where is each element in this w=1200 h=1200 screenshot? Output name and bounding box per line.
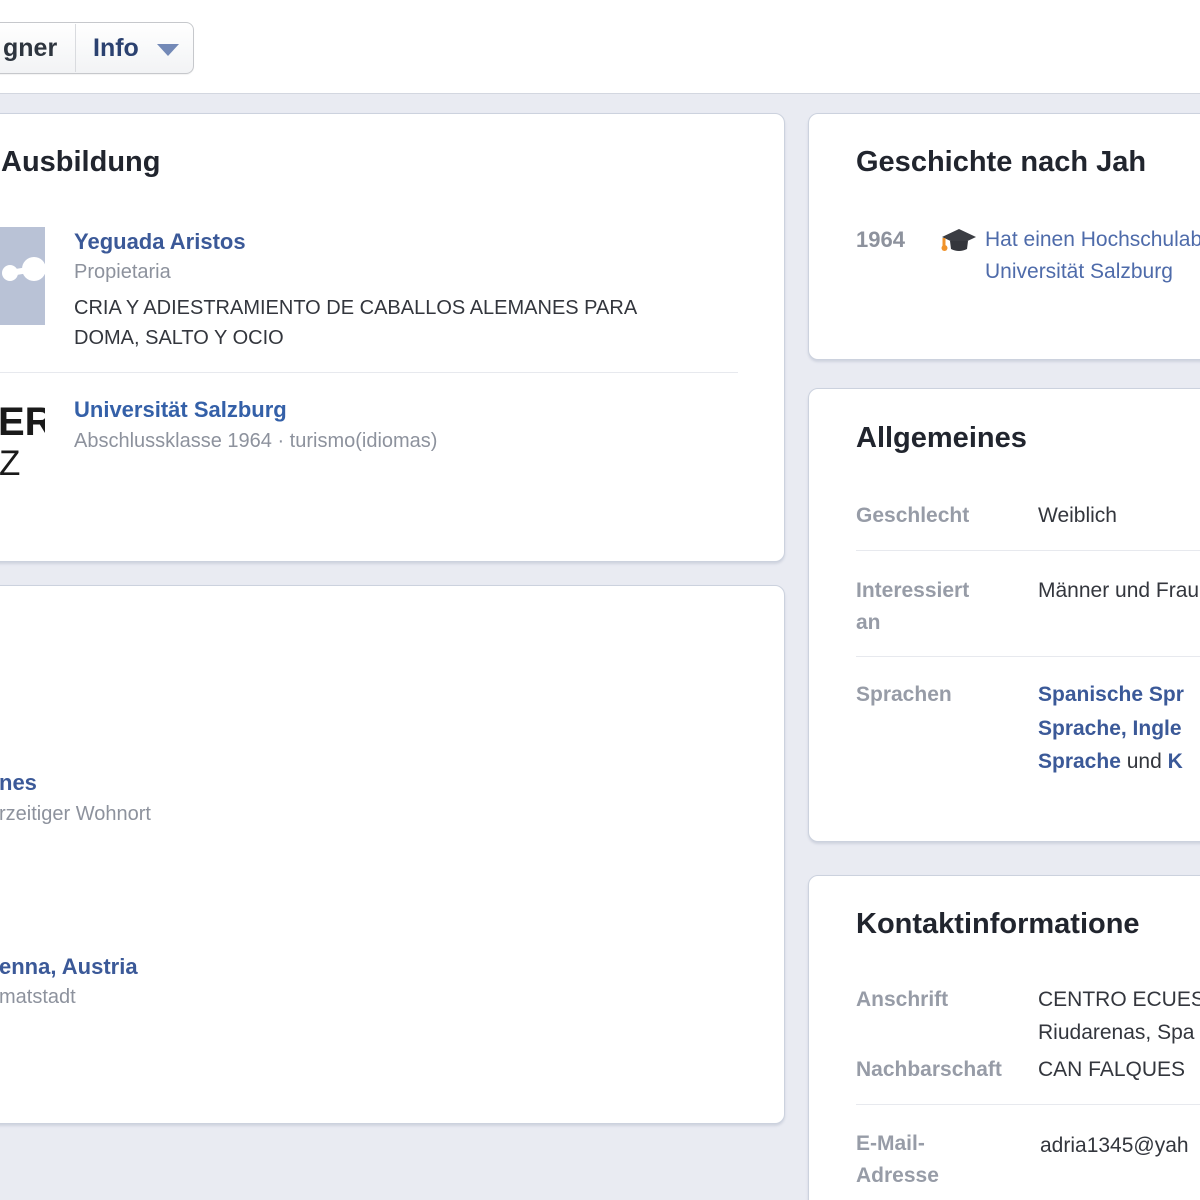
place-entry-meta: matstadt	[0, 985, 76, 1009]
history-card-title: Geschichte nach Jah	[856, 145, 1146, 180]
chevron-down-icon[interactable]	[157, 44, 179, 56]
contact-info-card: Kontaktinformatione Anschrift CENTRO ECU…	[808, 875, 1200, 1200]
neighborhood-value: CAN FALQUES	[1038, 1057, 1185, 1082]
interested-in-label: Interessiert	[856, 578, 969, 603]
education-entry-role: Propietaria	[74, 260, 171, 284]
history-year: 1964	[856, 227, 905, 253]
gender-label: Geschlecht	[856, 503, 969, 528]
entry-divider	[0, 372, 738, 373]
university-logo-text: ERS	[0, 400, 45, 445]
tab-separator	[75, 24, 76, 72]
row-divider	[856, 550, 1200, 551]
page-default-icon-glyph	[0, 227, 45, 325]
history-event-link[interactable]: Universität Salzburg	[985, 259, 1173, 284]
education-entry-name[interactable]: Yeguada Aristos	[74, 229, 246, 255]
place-entry-name[interactable]: enna, Austria	[0, 954, 138, 980]
languages-label: Sprachen	[856, 682, 952, 707]
email-label: Adresse	[856, 1163, 939, 1188]
language-link[interactable]: K	[1168, 750, 1183, 773]
history-event-link[interactable]: Hat einen Hochschulab	[985, 227, 1200, 252]
education-entry-meta: Abschlussklasse 1964 · turismo(idiomas)	[74, 429, 437, 453]
education-entry-description: CRIA Y ADIESTRAMIENTO DE CABALLOS ALEMAN…	[74, 296, 637, 320]
address-label: Anschrift	[856, 987, 948, 1012]
neighborhood-label: Nachbarschaft	[856, 1057, 1002, 1082]
email-value: adria1345@yah	[1040, 1133, 1189, 1158]
place-entry-meta: rzeitiger Wohnort	[0, 802, 151, 826]
email-label: E-Mail-	[856, 1131, 925, 1156]
interested-in-value: Männer und Frau	[1038, 578, 1199, 603]
places-card: nes rzeitiger Wohnort enna, Austria mats…	[0, 585, 785, 1124]
tab-group: gner Info	[0, 22, 194, 74]
education-entry-name[interactable]: Universität Salzburg	[74, 397, 287, 423]
education-card-title: Ausbildung	[1, 145, 160, 180]
address-value: CENTRO ECUEST	[1038, 987, 1200, 1012]
address-value: Riudarenas, Spa	[1038, 1020, 1194, 1045]
graduation-cap-icon	[941, 228, 977, 259]
education-entry-description: DOMA, SALTO Y OCIO	[74, 326, 284, 350]
tab-profile-name[interactable]: gner	[3, 34, 57, 63]
tab-info[interactable]: Info	[93, 34, 139, 63]
general-info-card: Allgemeines Geschlecht Weiblich Interess…	[808, 388, 1200, 842]
history-by-year-card: Geschichte nach Jah 1964 Hat einen Hochs…	[808, 113, 1200, 360]
language-link[interactable]: Spanische Spr	[1038, 682, 1184, 707]
education-card: Ausbildung Yeguada Aristos Propietaria C…	[0, 113, 785, 562]
language-link[interactable]: Sprache	[1038, 750, 1121, 773]
contact-card-title: Kontaktinformatione	[856, 907, 1140, 942]
page-default-icon[interactable]	[0, 227, 45, 325]
language-link[interactable]: Sprache, Ingle	[1038, 716, 1182, 741]
gender-value: Weiblich	[1038, 503, 1117, 528]
university-logo[interactable]: ERS Z B	[0, 392, 45, 490]
general-card-title: Allgemeines	[856, 421, 1027, 456]
languages-conjunction: und	[1121, 750, 1168, 773]
row-divider	[856, 656, 1200, 657]
top-tab-bar: gner Info	[0, 0, 1200, 93]
row-divider	[856, 1104, 1200, 1105]
place-entry-name[interactable]: nes	[0, 770, 37, 796]
interested-in-label: an	[856, 610, 881, 635]
page: gner Info Ausbildung Yeguada Aristos Pro…	[0, 0, 1200, 1200]
university-logo-text: Z B	[0, 444, 45, 490]
